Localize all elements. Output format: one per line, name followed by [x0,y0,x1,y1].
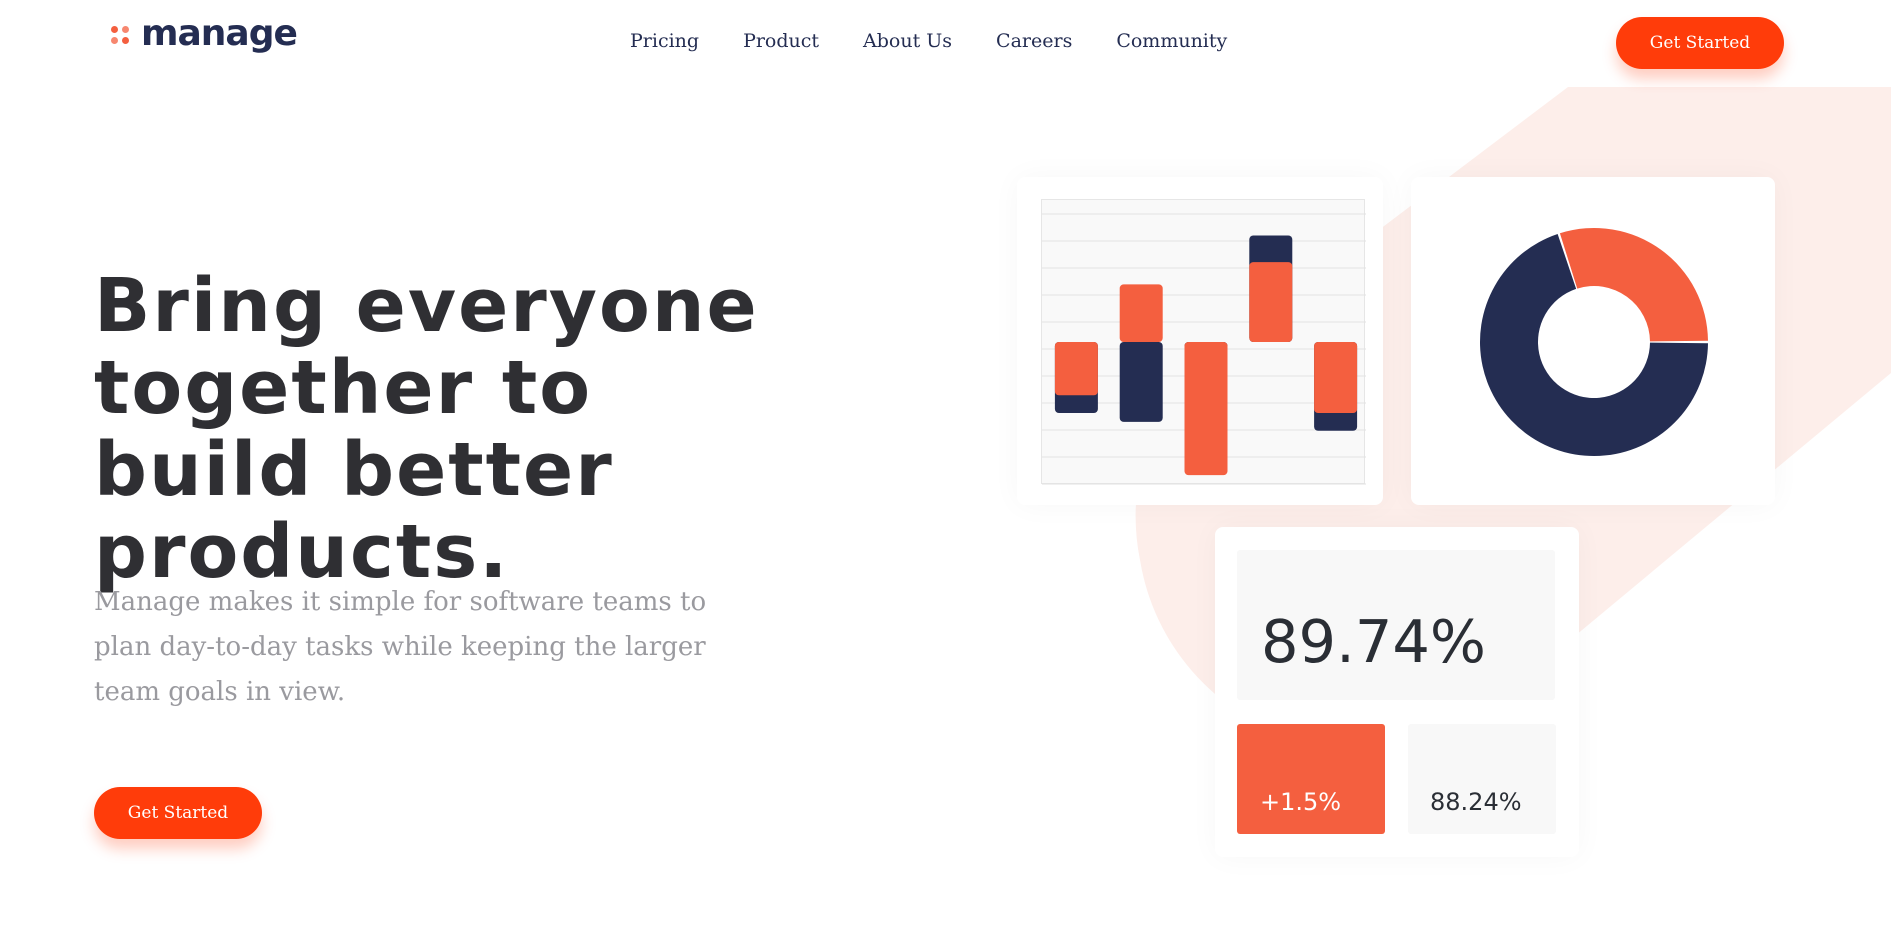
bar-chart-area [1041,199,1366,485]
bar-orange-5 [1314,342,1358,413]
hero-title: Bring everyone together to build better … [94,263,759,595]
nav-link-about-us[interactable]: About Us [863,28,952,54]
hero-description: Manage makes it simple for software team… [94,587,707,707]
bar-chart [1042,213,1366,485]
nav-link-product[interactable]: Product [743,28,819,54]
hero-get-started-button[interactable]: Get Started [94,787,262,839]
nav-link-community[interactable]: Community [1116,28,1227,54]
logo-text: manage [141,13,298,54]
donut-chart [1480,228,1708,456]
bar-orange-2 [1119,284,1163,342]
nav-link-pricing[interactable]: Pricing [630,28,699,54]
stat-main-value: 89.74% [1261,607,1486,676]
stats-card: 89.74% +1.5% 88.24% [1215,527,1579,857]
stat-main-tile: 89.74% [1237,550,1555,700]
header-get-started-button[interactable]: Get Started [1616,17,1784,69]
bar-orange-4 [1249,262,1293,342]
stat-secondary-tile: 88.24% [1408,724,1556,834]
nav-link-careers[interactable]: Careers [996,28,1072,54]
logo-dots-icon [111,24,131,44]
stat-change-tile: +1.5% [1237,724,1385,834]
stat-change-value: +1.5% [1260,788,1342,816]
donut-chart-card [1411,177,1775,505]
bar-navy-2 [1119,342,1163,422]
logo[interactable]: manage [111,13,298,54]
bar-chart-card [1017,177,1383,505]
bar-orange-3 [1184,342,1228,476]
donut-slice-2 [1559,228,1708,342]
main-nav: Pricing Product About Us Careers Communi… [630,28,1271,54]
bar-orange-1 [1054,342,1098,396]
stat-secondary-value: 88.24% [1430,788,1522,816]
